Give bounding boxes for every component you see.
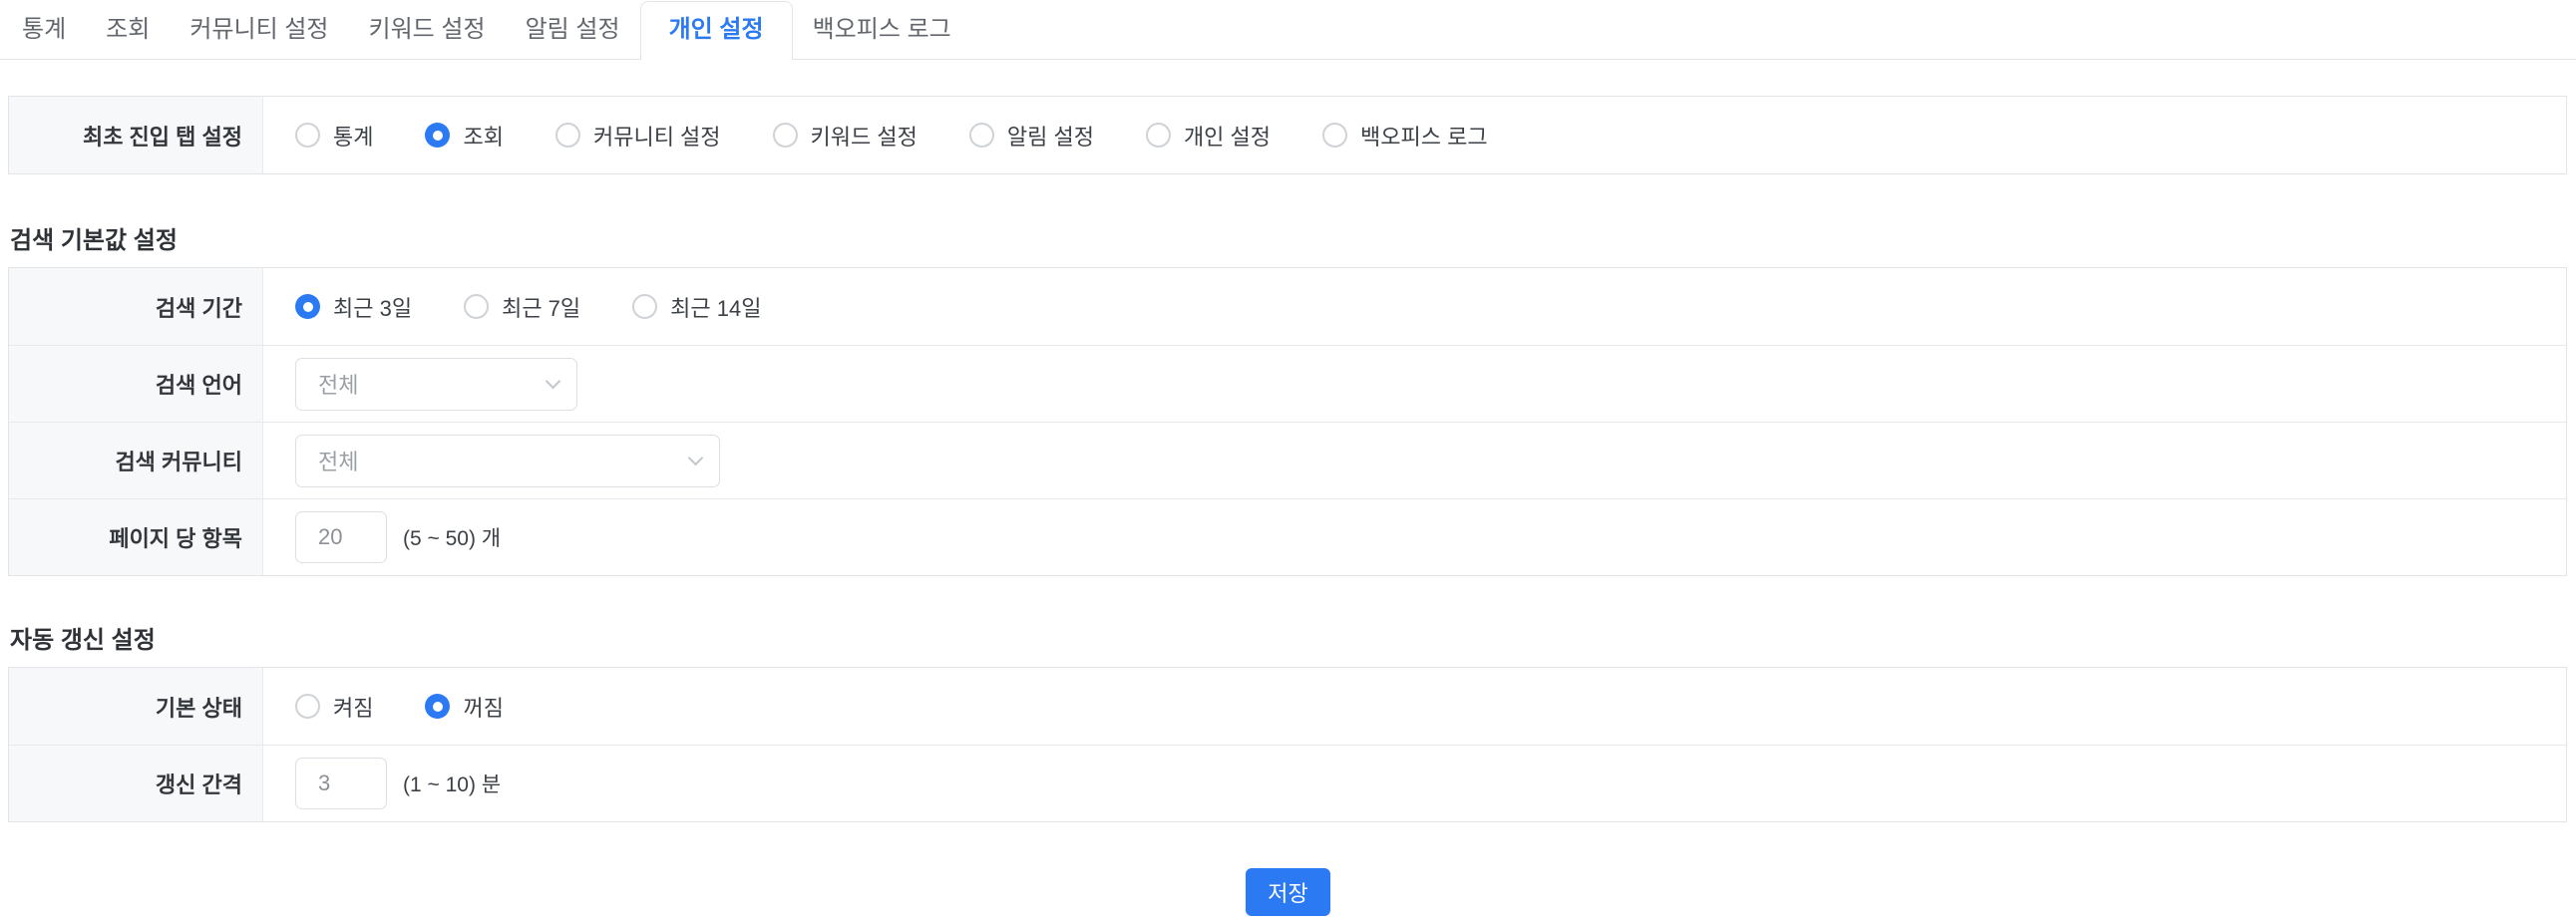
save-button[interactable]: 저장	[1246, 868, 1329, 916]
radio-icon	[464, 294, 489, 319]
tab-keyword-settings[interactable]: 키워드 설정	[349, 1, 506, 59]
tab-community-settings[interactable]: 커뮤니티 설정	[170, 1, 348, 59]
radio-icon	[773, 123, 798, 148]
search-community-body: 전체	[263, 423, 2566, 498]
refresh-interval-hint: (1 ~ 10) 분	[403, 769, 501, 798]
radio-label: 통계	[333, 120, 373, 152]
refresh-state-options: 켜짐 꺼짐	[263, 668, 2566, 745]
radio-option-keyword-settings[interactable]: 키워드 설정	[773, 120, 918, 152]
radio-option-alert-settings[interactable]: 알림 설정	[969, 120, 1094, 152]
search-community-label: 검색 커뮤니티	[9, 423, 263, 498]
tab-personal-settings[interactable]: 개인 설정	[640, 1, 793, 60]
initial-tab-panel: 최초 진입 탭 설정 통계 조회 커뮤니티 설정 키워드 설정 알림 설정	[8, 96, 2567, 174]
radio-checked-icon	[425, 123, 450, 148]
tab-statistics[interactable]: 통계	[2, 1, 86, 59]
radio-icon	[295, 694, 320, 719]
refresh-state-row: 기본 상태 켜짐 꺼짐	[9, 668, 2566, 745]
radio-label: 커뮤니티 설정	[593, 120, 721, 152]
search-defaults-heading: 검색 기본값 설정	[10, 220, 2576, 255]
save-button-container: 저장	[0, 868, 2576, 916]
radio-option-personal-settings[interactable]: 개인 설정	[1146, 120, 1271, 152]
initial-tab-label: 최초 진입 탭 설정	[9, 97, 263, 173]
page-size-input[interactable]	[295, 511, 387, 563]
radio-label: 알림 설정	[1007, 120, 1094, 152]
radio-label: 꺼짐	[463, 691, 503, 723]
initial-tab-options: 통계 조회 커뮤니티 설정 키워드 설정 알림 설정 개인 설정	[263, 97, 2566, 173]
radio-label: 개인 설정	[1184, 120, 1271, 152]
page-size-label: 페이지 당 항목	[9, 499, 263, 575]
radio-label: 켜짐	[333, 691, 373, 723]
radio-checked-icon	[425, 694, 450, 719]
tab-bar: 통계 조회 커뮤니티 설정 키워드 설정 알림 설정 개인 설정 백오피스 로그	[0, 0, 2576, 60]
search-community-select[interactable]: 전체	[295, 435, 720, 487]
radio-option-community-settings[interactable]: 커뮤니티 설정	[555, 120, 721, 152]
search-defaults-panel: 검색 기간 최근 3일 최근 7일 최근 14일 검색 언어 전체	[8, 267, 2567, 576]
select-value: 전체	[318, 445, 358, 476]
radio-icon	[555, 123, 580, 148]
chevron-down-icon	[546, 373, 561, 389]
search-language-body: 전체	[263, 346, 2566, 422]
page-size-body: (5 ~ 50) 개	[263, 499, 2566, 575]
radio-option-statistics[interactable]: 통계	[295, 120, 373, 152]
radio-icon	[295, 123, 320, 148]
page-size-field-group: (5 ~ 50) 개	[295, 511, 501, 563]
radio-icon	[1322, 123, 1347, 148]
radio-label: 키워드 설정	[811, 120, 918, 152]
radio-label: 조회	[463, 120, 503, 152]
refresh-interval-body: (1 ~ 10) 분	[263, 746, 2566, 821]
page-size-row: 페이지 당 항목 (5 ~ 50) 개	[9, 498, 2566, 575]
search-language-label: 검색 언어	[9, 346, 263, 422]
radio-option-off[interactable]: 꺼짐	[425, 691, 503, 723]
radio-option-backoffice-log[interactable]: 백오피스 로그	[1322, 120, 1488, 152]
tab-backoffice-log[interactable]: 백오피스 로그	[793, 1, 971, 59]
tab-search[interactable]: 조회	[86, 1, 170, 59]
initial-tab-row: 최초 진입 탭 설정 통계 조회 커뮤니티 설정 키워드 설정 알림 설정	[9, 97, 2566, 173]
refresh-state-label: 기본 상태	[9, 668, 263, 745]
radio-option-last-7-days[interactable]: 최근 7일	[464, 291, 580, 323]
radio-option-search[interactable]: 조회	[425, 120, 503, 152]
search-period-options: 최근 3일 최근 7일 최근 14일	[263, 268, 2566, 345]
radio-option-on[interactable]: 켜짐	[295, 691, 373, 723]
search-community-row: 검색 커뮤니티 전체	[9, 422, 2566, 498]
tab-alert-settings[interactable]: 알림 설정	[506, 1, 640, 59]
radio-icon	[1146, 123, 1171, 148]
radio-option-last-14-days[interactable]: 최근 14일	[632, 291, 761, 323]
chevron-down-icon	[688, 450, 704, 465]
search-language-select[interactable]: 전체	[295, 358, 577, 411]
radio-label: 최근 14일	[670, 291, 761, 323]
radio-label: 최근 3일	[333, 291, 412, 323]
radio-checked-icon	[295, 294, 320, 319]
radio-option-last-3-days[interactable]: 최근 3일	[295, 291, 412, 323]
select-value: 전체	[318, 368, 358, 400]
refresh-interval-row: 갱신 간격 (1 ~ 10) 분	[9, 745, 2566, 821]
radio-label: 백오피스 로그	[1360, 120, 1488, 152]
refresh-interval-input[interactable]	[295, 758, 387, 809]
radio-label: 최근 7일	[502, 291, 580, 323]
refresh-interval-field-group: (1 ~ 10) 분	[295, 758, 501, 809]
auto-refresh-panel: 기본 상태 켜짐 꺼짐 갱신 간격 (1 ~ 10) 분	[8, 667, 2567, 822]
refresh-interval-label: 갱신 간격	[9, 746, 263, 821]
search-period-row: 검색 기간 최근 3일 최근 7일 최근 14일	[9, 268, 2566, 345]
auto-refresh-heading: 자동 갱신 설정	[10, 620, 2576, 655]
page-size-hint: (5 ~ 50) 개	[403, 522, 501, 552]
search-period-label: 검색 기간	[9, 268, 263, 345]
radio-icon	[632, 294, 657, 319]
search-language-row: 검색 언어 전체	[9, 345, 2566, 422]
radio-icon	[969, 123, 994, 148]
